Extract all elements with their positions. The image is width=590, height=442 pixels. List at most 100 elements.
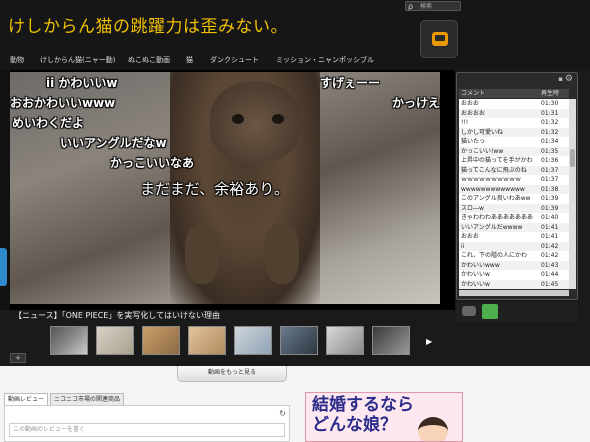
comment-text: しかし可愛いね xyxy=(461,128,504,136)
comment-text: おおお xyxy=(461,100,480,107)
comment-time: 01:41 xyxy=(541,233,559,240)
comment-row[interactable]: これ、下の階の人にかわ 01:42 xyxy=(459,251,569,260)
video-player[interactable]: ii かわいいw おおかわいいwww めいわくだよ いいアングルだなw かっこい… xyxy=(10,70,455,310)
news-headline[interactable]: 【ニュース】「ONE PIECE」を実写化してはいけない理由 xyxy=(14,310,220,321)
ad-subheadline: どんな娘？ xyxy=(312,415,397,435)
tag-link[interactable]: 動物 xyxy=(10,55,24,65)
overlay-comment: めいわくだよ xyxy=(12,116,85,130)
video-thumbnail[interactable] xyxy=(372,326,410,355)
comment-text: かっこいい!ww xyxy=(461,147,504,155)
tag-nav: 動物 けしからん猫(ニャー動) ぬこぬこ動画 猫 ダンクシュート ミッション・ニ… xyxy=(0,50,420,68)
cat-eye xyxy=(232,114,244,124)
video-thumbnail[interactable] xyxy=(234,326,272,355)
comment-text: かわいいwww xyxy=(461,261,500,269)
comment-row[interactable]: おおおお 01:31 xyxy=(459,108,569,118)
overlay-comment: すげぇーー xyxy=(320,76,381,90)
comment-time: 01:41 xyxy=(541,223,559,231)
comment-time: 01:43 xyxy=(541,261,559,269)
comment-row[interactable]: おおお 01:30 xyxy=(459,99,569,108)
cat-paw xyxy=(185,224,219,284)
comment-time: 01:36 xyxy=(541,157,559,164)
comment-row[interactable]: wwwwwwwwwwwww 01:38 xyxy=(459,184,569,194)
comment-row[interactable]: いいアングルだwwww 01:41 xyxy=(459,222,569,232)
comment-list-scrollbar[interactable] xyxy=(569,99,576,289)
column-comment[interactable]: コメント xyxy=(461,89,485,98)
comment-text: 猫いたっ xyxy=(461,138,486,145)
comment-row[interactable]: ｗｗｗｗｗｗｗｗｗｗ 01:37 xyxy=(459,175,569,184)
comment-time: 01:39 xyxy=(541,195,559,202)
comment-time: 01:39 xyxy=(541,204,559,212)
comment-row[interactable]: かわいいw 01:45 xyxy=(459,279,569,289)
search-icon[interactable]: ρ xyxy=(408,2,413,11)
comment-time: 01:30 xyxy=(541,100,559,107)
video-thumbnail[interactable] xyxy=(142,326,180,355)
comment-text: おおおお xyxy=(461,109,486,117)
cat-eye xyxy=(272,114,284,124)
lower-section: 動画をもっと見る 動画レビュー ニコニコ市場の関連商品 ↻ この動画のレビューを… xyxy=(0,366,590,442)
advertisement[interactable]: 結婚するなら どんな娘？ xyxy=(305,392,463,442)
panel-icons xyxy=(456,302,578,322)
left-sidebar xyxy=(0,70,10,310)
comment-text: おおお xyxy=(461,233,480,240)
comment-row[interactable]: かわいいw 01:44 xyxy=(459,270,569,279)
comment-time: 01:38 xyxy=(541,185,559,193)
overlay-comment: いいアングルだなw xyxy=(60,136,167,150)
comment-row[interactable]: ii 01:42 xyxy=(459,241,569,251)
comment-row[interactable]: このアングル良いわあww 01:39 xyxy=(459,194,569,203)
tv-button[interactable] xyxy=(420,20,458,58)
comment-list[interactable]: おおお 01:30 おおおお 01:31!!! 01:32 しかし可愛いね 01:32 猫いた… xyxy=(459,99,569,289)
ad-illustration xyxy=(418,417,448,441)
comment-row[interactable]: 猫ってこんなに飛ぶのね 01:37 xyxy=(459,165,569,175)
search-box[interactable]: ρ 検索 xyxy=(405,1,461,11)
comment-row[interactable]: かわいいwww 01:43 xyxy=(459,260,569,270)
comment-text: 猫ってこんなに飛ぶのね xyxy=(461,166,527,174)
comment-text: !!! xyxy=(461,119,469,126)
comment-time: 01:42 xyxy=(541,252,559,259)
comment-time: 01:40 xyxy=(541,214,559,221)
expand-button[interactable]: + xyxy=(10,353,26,363)
video-frame[interactable]: ii かわいいw おおかわいいwww めいわくだよ いいアングルだなw かっこい… xyxy=(10,72,440,304)
video-thumbnail[interactable] xyxy=(326,326,364,355)
video-thumbnail[interactable] xyxy=(280,326,318,355)
column-time[interactable]: 再生時 xyxy=(541,89,559,98)
tab-video-review[interactable]: 動画レビュー xyxy=(4,393,49,405)
tag-link[interactable]: 猫 xyxy=(186,55,193,65)
comment-text: wwwwwwwwwwwww xyxy=(461,185,525,193)
overlay-comment: かっこいいなあ xyxy=(110,156,195,170)
comment-time: 01:35 xyxy=(541,147,559,155)
comment-row[interactable]: きゃわわわあああああああ 01:40 xyxy=(459,213,569,222)
tab-market-items[interactable]: ニコニコ市場の関連商品 xyxy=(50,393,125,405)
next-arrow-icon[interactable]: ▶ xyxy=(426,337,432,346)
comment-text: かわいいw xyxy=(461,271,490,278)
tag-link[interactable]: ダンクシュート xyxy=(210,55,259,65)
comment-row[interactable]: スロ―w 01:39 xyxy=(459,203,569,213)
tag-link[interactable]: けしからん猫(ニャー動) xyxy=(40,55,115,65)
review-input[interactable]: この動画のレビューを書く xyxy=(9,423,285,437)
comment-row[interactable]: !!! 01:32 xyxy=(459,118,569,127)
overlay-comment: ii かわいいw xyxy=(46,76,118,90)
comment-row[interactable]: おおお 01:41 xyxy=(459,232,569,241)
leaf-icon[interactable] xyxy=(482,304,498,319)
tag-link[interactable]: ミッション・ニャンポッシブル xyxy=(276,55,374,65)
comment-list-header: コメント 再生時 xyxy=(459,89,569,98)
video-thumbnail[interactable] xyxy=(50,326,88,355)
refresh-icon[interactable]: ↻ xyxy=(279,409,286,418)
comment-row[interactable]: 上昇中の猫ってを手がかわ 01:36 xyxy=(459,156,569,165)
side-tab[interactable] xyxy=(0,248,7,286)
more-videos-button[interactable]: 動画をもっと見る xyxy=(177,366,287,382)
comment-row[interactable]: 猫いたっ 01:34 xyxy=(459,137,569,146)
comment-time: 01:34 xyxy=(541,138,559,145)
cat-paw xyxy=(265,224,299,284)
comment-row[interactable]: しかし可愛いね 01:32 xyxy=(459,127,569,137)
scrollbar-thumb[interactable] xyxy=(570,149,575,167)
comment-text: このアングル良いわあww xyxy=(461,195,531,202)
gear-icon[interactable]: ⚙ xyxy=(565,74,573,84)
video-thumbnail[interactable] xyxy=(96,326,134,355)
tag-link[interactable]: ぬこぬこ動画 xyxy=(128,55,170,65)
comment-row[interactable]: かっこいい!ww 01:35 xyxy=(459,146,569,156)
related-thumbnails xyxy=(50,326,420,356)
game-controller-icon[interactable] xyxy=(462,306,476,316)
horizontal-scrollbar[interactable] xyxy=(459,290,569,296)
pin-icon[interactable]: ▪ xyxy=(558,75,563,83)
video-thumbnail[interactable] xyxy=(188,326,226,355)
